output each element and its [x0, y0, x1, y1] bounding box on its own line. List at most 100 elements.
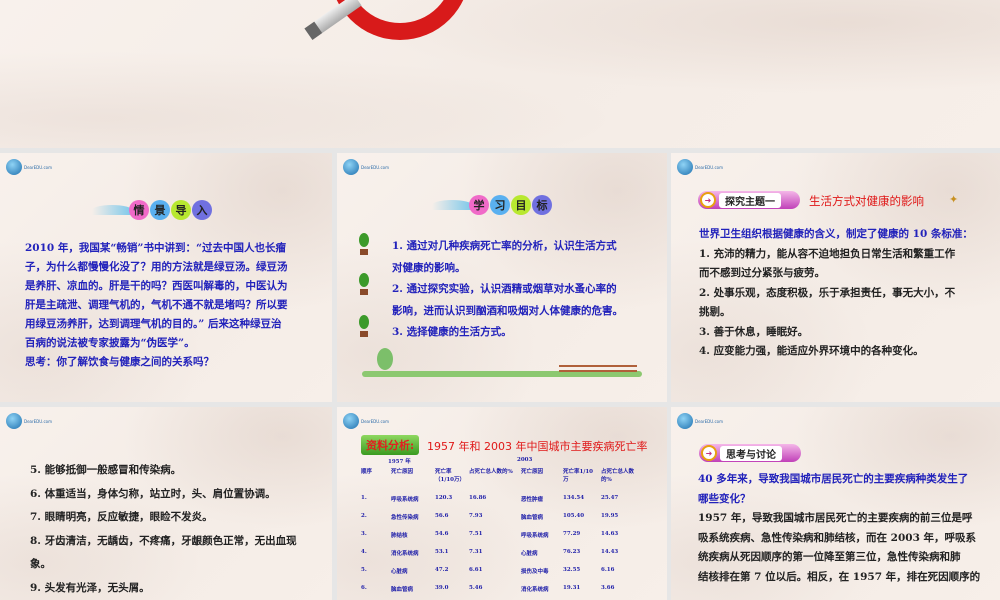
slide6-body: 40 多年来，导致我国城市居民死亡的主要疾病种类发生了 哪些变化？ 1957 年…: [698, 470, 980, 587]
question-line: 哪些变化？: [698, 492, 751, 505]
table-cell: 4.: [361, 549, 367, 555]
table-cell: 消化系统病: [391, 551, 419, 557]
text-line: 用绿豆汤养肝，达到调理气机的目的。” 后来这种绿豆治: [25, 318, 282, 330]
table-row: 6. 脑血管病 39.0 5.46 消化系统病 19.31 3.66: [359, 585, 643, 600]
text-line: 结核排在第 7 位以后。相反，在 1957 年，排在死因顺序的: [698, 570, 981, 583]
table-cell: 105.40: [563, 513, 585, 519]
text-line: 1957 年，导致我国城市居民死亡的主要疾病的前三位是呼: [698, 512, 973, 524]
table-cell: 39.0: [435, 585, 449, 591]
title-char: 习: [490, 195, 510, 215]
table-cell: 19.95: [601, 513, 619, 519]
slide2-body: 1. 通过对几种疾病死亡率的分析，认识生活方式 对健康的影响。 2. 通过探究实…: [392, 236, 623, 344]
intro-line: 世界卫生组织根据健康的含义，制定了健康的 10 条标准：: [699, 228, 973, 240]
text-line: 而不感到过分紧张与疲劳。: [699, 267, 825, 279]
book-icon: [432, 200, 472, 210]
slide-thumbnail-top[interactable]: [0, 0, 1000, 148]
table-cell: 6.16: [601, 567, 615, 573]
year-label: 1957 年: [388, 459, 411, 465]
slide-thumbnail-6[interactable]: DearEDU.com ➜ 思考与讨论 40 多年来，导致我国城市居民死亡的主要疾…: [671, 407, 1000, 600]
slide-thumbnail-1[interactable]: DearEDU.com 情 景 导 入 2010 年，我国某“畅销”书中讲到：“…: [0, 153, 332, 402]
table-cell: 77.29: [563, 531, 581, 537]
text-line: 1. 充沛的精力，能从容不迫地担负日常生活和繁重工作: [699, 247, 956, 260]
table-cell: 损伤及中毒: [521, 569, 549, 575]
table-cell: 47.2: [435, 567, 449, 573]
table-cell: 脑血管病: [521, 515, 544, 521]
logo: DearEDU.com: [677, 413, 723, 429]
text-line: 3. 善于休息，睡眠好。: [699, 325, 809, 338]
text-line: 百病的说法被专家披露为“伪医学”。: [25, 337, 195, 349]
header-cell: 死亡原因: [391, 469, 414, 475]
topic-badge: ➜ 探究主题一: [698, 191, 800, 209]
globe-icon: [677, 159, 693, 175]
table-cell: 肺结核: [391, 533, 408, 539]
table-cell: 急性传染病: [391, 515, 419, 521]
title-badges: 情 景 导 入: [92, 200, 212, 220]
text-line: 影响，进而认识到酗酒和吸烟对人体健康的危害。: [392, 304, 623, 317]
text-line: 6. 体重适当，身体匀称，站立时，头、肩位置协调。: [30, 487, 276, 500]
badge-label: 思考与讨论: [720, 445, 782, 461]
table-cell: 76.23: [563, 549, 581, 555]
plant-icon: [357, 271, 371, 295]
table-cell: 56.6: [435, 513, 449, 519]
mortality-table: 顺序 死亡原因 死亡率（1/10万） 占死亡总人数的% 死亡原因 死亡率1/10…: [359, 467, 643, 600]
table-title: 1957 年和 2003 年中国城市主要疾病死亡率: [427, 440, 648, 453]
title-char: 标: [532, 195, 552, 215]
table-cell: 5.: [361, 567, 367, 573]
text-line: 象。: [30, 558, 51, 570]
fence-icon: [559, 365, 637, 372]
title-badges: 学 习 目 标: [432, 195, 552, 215]
title-char: 目: [511, 195, 531, 215]
table-cell: 3.66: [601, 585, 615, 591]
year-label: 2003: [517, 457, 533, 463]
globe-icon: [677, 413, 693, 429]
title-char: 景: [150, 200, 170, 220]
table-cell: 7.31: [469, 549, 483, 555]
table-cell: 7.93: [469, 513, 483, 519]
logo: DearEDU.com: [6, 159, 52, 175]
text-line: 1. 通过对几种疾病死亡率的分析，认识生活方式: [392, 240, 617, 252]
text-line: 5. 能够抵御一般感冒和传染病。: [30, 464, 182, 476]
slide4-body: 5. 能够抵御一般感冒和传染病。 6. 体重适当，身体匀称，站立时，头、肩位置协…: [30, 459, 297, 600]
text-line: 3. 选择健康的生活方式。: [392, 326, 512, 338]
table-row: 2. 急性传染病 56.6 7.93 脑血管病 105.40 19.95: [359, 513, 643, 531]
table-cell: 3.: [361, 531, 367, 537]
table-cell: 心脏病: [521, 551, 538, 557]
table-cell: 心脏病: [391, 569, 408, 575]
table-row: 4. 消化系统病 53.1 7.31 心脏病 76.23 14.43: [359, 549, 643, 567]
header-cell: 死亡率（1/10万）: [435, 469, 465, 483]
logo: DearEDU.com: [677, 159, 723, 175]
slide1-body: 2010 年，我国某“畅销”书中讲到：“过去中国人也长瘤 子，为什么都慢慢化没了…: [25, 239, 288, 372]
text-line: 吸系统疾病、急性传染病和肺结核，而在 2003 年，呼吸系: [698, 531, 977, 544]
table-cell: 恶性肿瘤: [521, 497, 544, 503]
title-char: 导: [171, 200, 191, 220]
arrow-icon: ➜: [700, 192, 716, 208]
text-line: 2010 年，我国某“畅销”书中讲到：“过去中国人也长瘤: [25, 242, 286, 254]
book-icon: [92, 205, 132, 215]
table-cell: 5.46: [469, 585, 483, 591]
slide-thumbnail-2[interactable]: DearEDU.com 学 习 目 标 1. 通过对几种疾病死亡率的分析，认识生…: [337, 153, 667, 402]
table-row: 1. 呼吸系统病 120.3 16.86 恶性肿瘤 134.54 25.47: [359, 495, 643, 513]
slide-thumbnail-3[interactable]: DearEDU.com ➜ 探究主题一 生活方式对健康的影响 ✦ 世界卫生组织根据…: [671, 153, 1000, 402]
header-cell: 死亡率1/10万: [563, 469, 593, 483]
plant-icon: [357, 231, 371, 255]
text-line: 4. 应变能力强，能适应外界环境中的各种变化。: [699, 345, 924, 357]
text-line: 思考：你了解饮食与健康之间的关系吗？: [25, 356, 214, 368]
plant-icon: [357, 313, 371, 337]
text-line: 8. 牙齿清洁，无龋齿，不疼痛，牙龈颜色正常，无出血现: [30, 534, 297, 547]
analysis-badge: 资料分析:: [361, 435, 420, 455]
table-cell: 6.: [361, 585, 367, 591]
table-cell: 53.1: [435, 549, 449, 555]
text-line: 挑剔。: [699, 306, 731, 318]
title-char: 学: [469, 195, 489, 215]
slide3-body: 世界卫生组织根据健康的含义，制定了健康的 10 条标准： 1. 充沛的精力，能从…: [699, 225, 973, 362]
table-cell: 1.: [361, 495, 367, 501]
text-line: 是养肝、凉血的。肝是干的吗？西医叫解毒的，中医认为: [25, 280, 288, 292]
table-cell: 脑血管病: [391, 587, 414, 593]
globe-icon: [343, 159, 359, 175]
table-cell: 呼吸系统病: [521, 533, 549, 539]
slide-thumbnail-4[interactable]: DearEDU.com 5. 能够抵御一般感冒和传染病。 6. 体重适当，身体匀…: [0, 407, 332, 600]
globe-icon: [343, 413, 359, 429]
slide-thumbnail-5[interactable]: DearEDU.com 资料分析: 1957 年和 2003 年中国城市主要疾病…: [337, 407, 667, 600]
table-cell: 19.31: [563, 585, 581, 591]
table-cell: 16.86: [469, 495, 487, 501]
